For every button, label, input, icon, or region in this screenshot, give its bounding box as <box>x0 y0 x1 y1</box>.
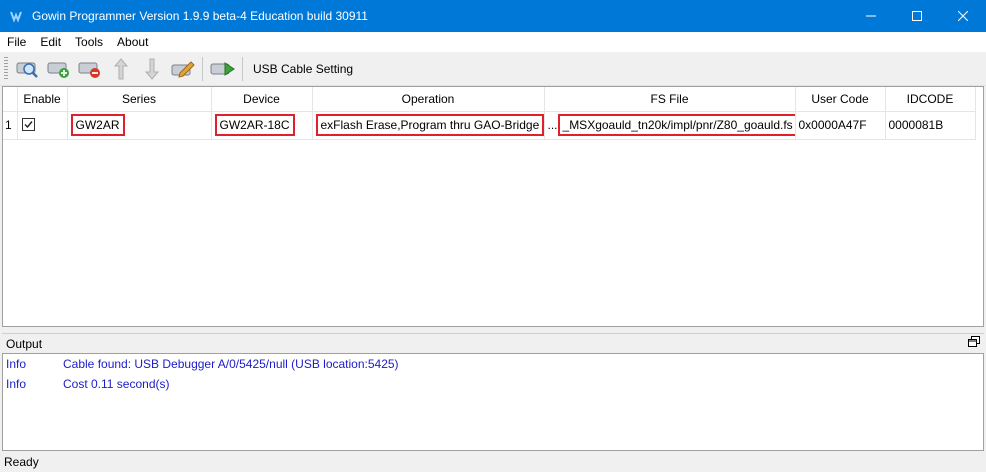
fs-file-value: _MSXgoauld_tn20k/impl/pnr/Z80_goauld.fs <box>557 114 794 136</box>
operation-cell[interactable]: exFlash Erase,Program thru GAO-Bridge <box>312 111 545 140</box>
log-entry: Info Cost 0.11 second(s) <box>3 374 983 394</box>
col-header-user-code[interactable]: User Code <box>795 87 886 112</box>
minimize-button[interactable] <box>848 0 894 32</box>
device-value: GW2AR-18C <box>214 114 295 136</box>
col-header-idcode[interactable]: IDCODE <box>885 87 976 112</box>
edit-icon[interactable] <box>167 54 198 84</box>
log-message: Cable found: USB Debugger A/0/5425/null … <box>63 357 399 371</box>
device-cell[interactable]: GW2AR-18C <box>211 111 313 140</box>
menu-tools[interactable]: Tools <box>68 32 110 52</box>
close-button[interactable] <box>940 0 986 32</box>
window-title: Gowin Programmer Version 1.9.9 beta-4 Ed… <box>32 9 368 23</box>
status-bar: Ready <box>0 452 986 472</box>
table-header-row: Enable Series Device Operation FS File U… <box>3 87 976 112</box>
fs-file-cell[interactable]: ... _MSXgoauld_tn20k/impl/pnr/Z80_goauld.… <box>544 111 796 140</box>
output-title: Output <box>6 336 43 351</box>
menu-about[interactable]: About <box>110 32 155 52</box>
col-header-fs-file[interactable]: FS File <box>544 87 796 112</box>
usb-cable-setting-button[interactable]: USB Cable Setting <box>253 62 353 76</box>
add-device-icon[interactable] <box>43 54 74 84</box>
status-text: Ready <box>4 455 39 469</box>
menu-file[interactable]: File <box>0 32 33 52</box>
toolbar-separator <box>202 56 203 81</box>
operation-value: exFlash Erase,Program thru GAO-Bridge <box>315 114 543 136</box>
menu-edit[interactable]: Edit <box>33 32 68 52</box>
col-header-enable[interactable]: Enable <box>17 87 68 112</box>
log-level: Info <box>6 357 27 371</box>
row-number: 1 <box>3 111 18 140</box>
device-table: Enable Series Device Operation FS File U… <box>2 86 984 327</box>
move-up-icon[interactable] <box>105 54 136 84</box>
output-log: Info Cable found: USB Debugger A/0/5425/… <box>2 353 984 451</box>
enable-cell <box>17 111 68 140</box>
col-header-index <box>3 87 18 112</box>
table-row[interactable]: 1 GW2AR GW2AR-18C exFlash Erase,Program … <box>3 111 976 140</box>
toolbar: USB Cable Setting <box>0 52 986 86</box>
log-level: Info <box>6 377 27 391</box>
fs-file-ellipsis: ... <box>547 118 558 132</box>
col-header-operation[interactable]: Operation <box>312 87 545 112</box>
menu-bar: File Edit Tools About <box>0 32 986 52</box>
gowin-logo-icon <box>8 8 24 24</box>
log-message: Cost 0.11 second(s) <box>63 377 170 391</box>
restore-panel-icon[interactable] <box>968 336 980 351</box>
remove-device-icon[interactable] <box>74 54 105 84</box>
scan-device-icon[interactable] <box>12 54 43 84</box>
output-panel-header: Output <box>2 333 984 353</box>
series-cell[interactable]: GW2AR <box>67 111 212 140</box>
move-down-icon[interactable] <box>136 54 167 84</box>
log-entry: Info Cable found: USB Debugger A/0/5425/… <box>3 354 983 374</box>
idcode-cell[interactable]: 0000081B <box>885 111 976 140</box>
series-value: GW2AR <box>70 114 125 136</box>
toolbar-separator <box>242 56 243 81</box>
col-header-series[interactable]: Series <box>67 87 212 112</box>
user-code-cell[interactable]: 0x0000A47F <box>795 111 886 140</box>
maximize-button[interactable] <box>894 0 940 32</box>
title-bar: Gowin Programmer Version 1.9.9 beta-4 Ed… <box>0 0 986 32</box>
program-icon[interactable] <box>207 54 238 84</box>
toolbar-grip[interactable] <box>4 56 8 81</box>
enable-checkbox[interactable] <box>21 117 35 131</box>
col-header-device[interactable]: Device <box>211 87 313 112</box>
